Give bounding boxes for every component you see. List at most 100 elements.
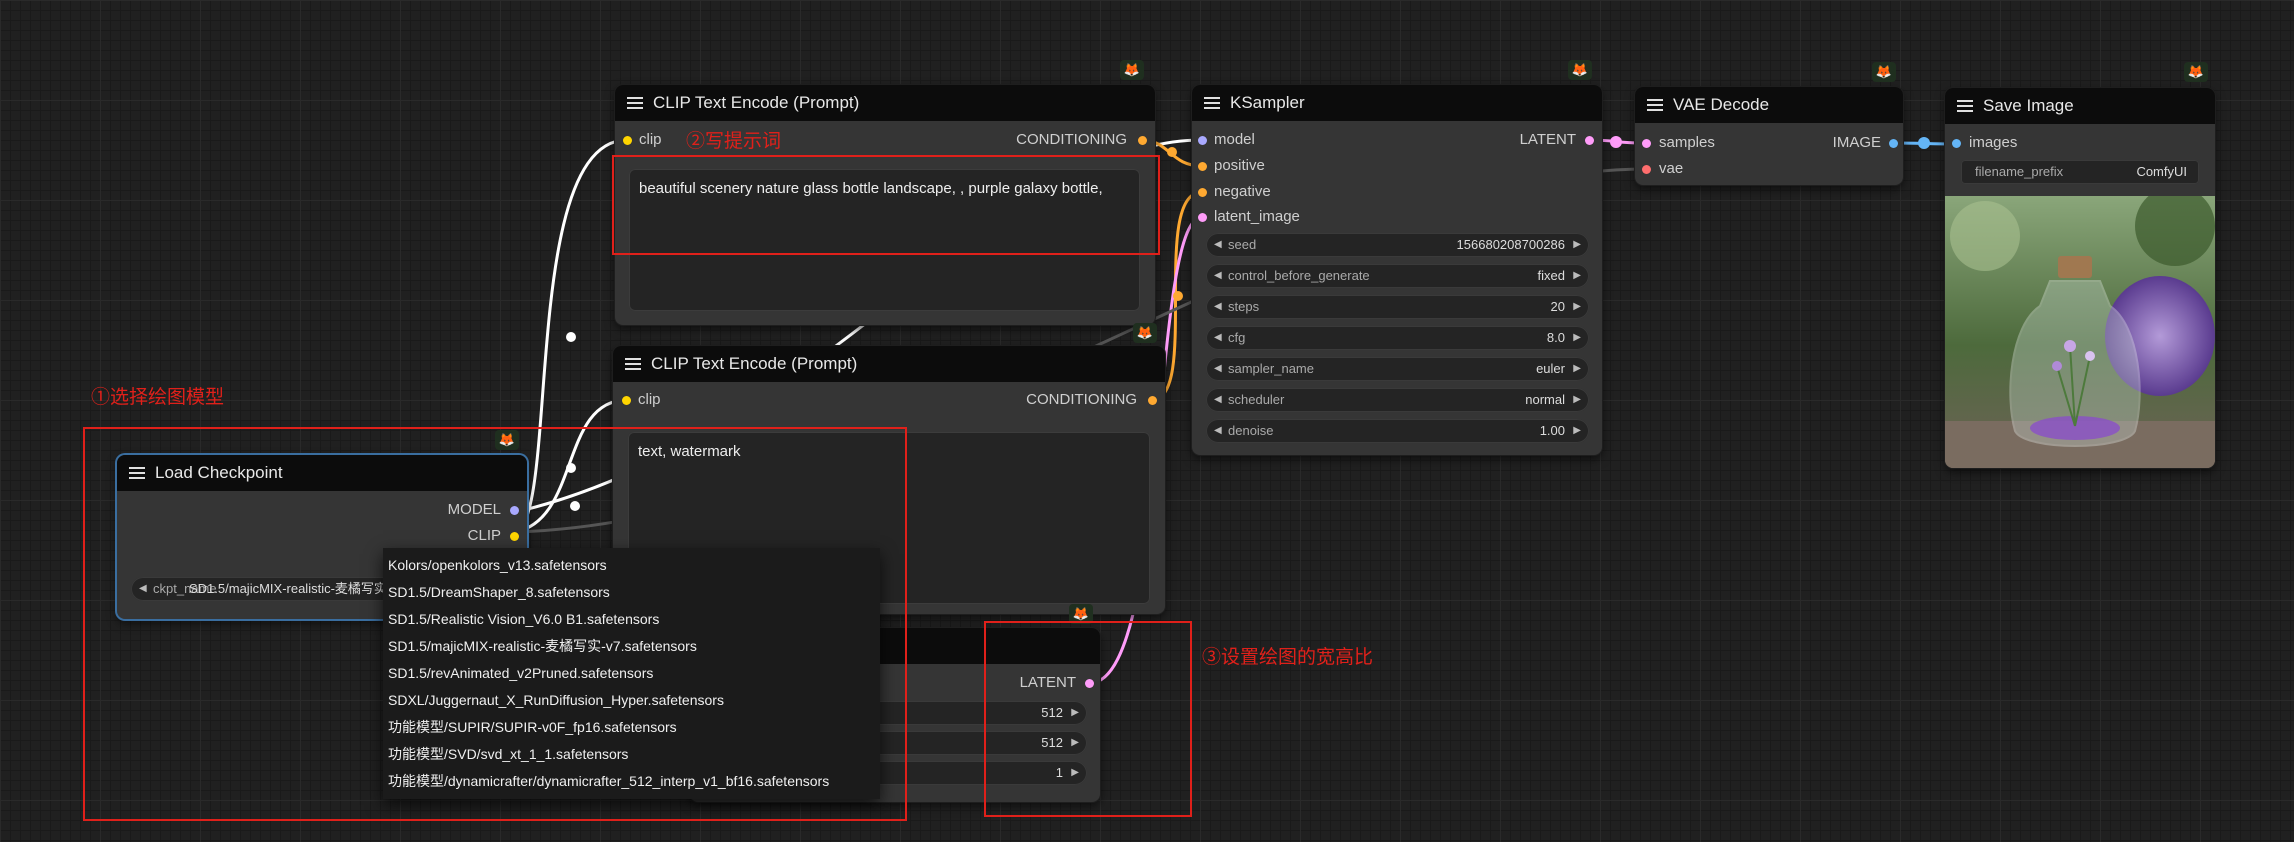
arrow-left-icon[interactable]: ◀ bbox=[1214, 419, 1222, 443]
hamburger-menu-icon[interactable] bbox=[625, 358, 641, 370]
ckpt-name-value: SD1.5/majicMIX-realistic-麦橘写实 bbox=[189, 581, 387, 596]
model-output-label: MODEL bbox=[447, 501, 501, 518]
positive-input-label: positive bbox=[1214, 157, 1265, 174]
vae-decode-node[interactable]: VAE Decode samples vae IMAGE bbox=[1635, 87, 1903, 185]
latent-image-input-dot[interactable] bbox=[1198, 213, 1207, 222]
node-title-bar[interactable]: KSampler bbox=[1192, 85, 1602, 121]
clip-input-dot[interactable] bbox=[623, 136, 632, 145]
node-title: CLIP Text Encode (Prompt) bbox=[653, 93, 860, 112]
hamburger-menu-icon[interactable] bbox=[1204, 97, 1220, 109]
node-title-bar[interactable]: VAE Decode bbox=[1635, 87, 1903, 123]
output-image-preview[interactable] bbox=[1945, 196, 2215, 468]
model-output-dot[interactable] bbox=[510, 506, 519, 515]
samples-input-dot[interactable] bbox=[1642, 139, 1651, 148]
scheduler-label: scheduler bbox=[1228, 392, 1285, 407]
ksampler-node[interactable]: KSampler model positive negative latent_… bbox=[1192, 85, 1602, 455]
clip-input-label: clip bbox=[638, 391, 661, 408]
arrow-right-icon[interactable]: ▶ bbox=[1071, 731, 1079, 755]
latent-image-input-label: latent_image bbox=[1214, 208, 1300, 225]
images-input-label: images bbox=[1969, 134, 2018, 151]
filename-prefix-value: ComfyUI bbox=[2136, 164, 2187, 179]
negative-input-dot[interactable] bbox=[1198, 188, 1207, 197]
fox-icon: 🦊 bbox=[2184, 62, 2208, 82]
scheduler-widget[interactable]: ◀ scheduler normal ▶ bbox=[1206, 388, 1589, 412]
steps-widget[interactable]: ◀ steps 20 ▶ bbox=[1206, 295, 1589, 319]
denoise-widget[interactable]: ◀ denoise 1.00 ▶ bbox=[1206, 419, 1589, 443]
arrow-right-icon[interactable]: ▶ bbox=[1573, 388, 1581, 412]
arrow-right-icon[interactable]: ▶ bbox=[1573, 326, 1581, 350]
arrow-right-icon[interactable]: ▶ bbox=[1573, 357, 1581, 381]
cfg-widget[interactable]: ◀ cfg 8.0 ▶ bbox=[1206, 326, 1589, 350]
latent-output-dot[interactable] bbox=[1585, 136, 1594, 145]
image-output-label: IMAGE bbox=[1832, 134, 1881, 151]
dropdown-item[interactable]: 功能模型/dynamicrafter/dynamicrafter_512_int… bbox=[383, 768, 880, 795]
vae-input-label: vae bbox=[1659, 160, 1684, 177]
hamburger-menu-icon[interactable] bbox=[627, 97, 643, 109]
sampler-name-widget[interactable]: ◀ sampler_name euler ▶ bbox=[1206, 357, 1589, 381]
scheduler-value: normal bbox=[1525, 392, 1565, 407]
steps-label: steps bbox=[1228, 299, 1260, 314]
control-before-generate-label: control_before_generate bbox=[1228, 268, 1370, 283]
hamburger-menu-icon[interactable] bbox=[1957, 100, 1973, 112]
arrow-left-icon[interactable]: ◀ bbox=[1214, 264, 1222, 288]
arrow-left-icon[interactable]: ◀ bbox=[1214, 357, 1222, 381]
conditioning-output-dot[interactable] bbox=[1148, 396, 1157, 405]
dropdown-item[interactable]: SD1.5/revAnimated_v2Pruned.safetensors bbox=[383, 660, 880, 687]
height-value: 512 bbox=[1041, 735, 1063, 750]
samples-input-label: samples bbox=[1659, 134, 1715, 151]
dropdown-item[interactable]: 功能模型/SUPIR/SUPIR-v0F_fp16.safetensors bbox=[383, 714, 880, 741]
arrow-right-icon[interactable]: ▶ bbox=[1573, 295, 1581, 319]
fox-icon: 🦊 bbox=[1069, 604, 1093, 624]
hamburger-menu-icon[interactable] bbox=[1647, 99, 1663, 111]
seed-widget[interactable]: ◀ seed 156680208700286 ▶ bbox=[1206, 233, 1589, 257]
cfg-value: 8.0 bbox=[1546, 330, 1565, 345]
arrow-right-icon[interactable]: ▶ bbox=[1573, 264, 1581, 288]
ckpt-dropdown-menu[interactable]: Kolors/openkolors_v13.safetensors SD1.5/… bbox=[383, 548, 880, 799]
arrow-right-icon[interactable]: ▶ bbox=[1071, 701, 1079, 725]
arrow-left-icon[interactable]: ◀ bbox=[1214, 326, 1222, 350]
latent-output-label: LATENT bbox=[1519, 131, 1576, 148]
control-before-generate-widget[interactable]: ◀ control_before_generate fixed ▶ bbox=[1206, 264, 1589, 288]
hamburger-menu-icon[interactable] bbox=[129, 467, 145, 479]
filename-prefix-widget[interactable]: filename_prefix ComfyUI bbox=[1961, 160, 2199, 184]
arrow-right-icon[interactable]: ▶ bbox=[1071, 761, 1079, 785]
denoise-value: 1.00 bbox=[1539, 423, 1565, 438]
node-title-bar[interactable]: Load Checkpoint bbox=[117, 455, 527, 491]
clip-input-dot[interactable] bbox=[622, 396, 631, 405]
node-title: KSampler bbox=[1230, 93, 1305, 112]
node-title-bar[interactable]: Save Image bbox=[1945, 88, 2215, 124]
arrow-left-icon[interactable]: ◀ bbox=[139, 577, 147, 601]
latent-output-label: LATENT bbox=[1019, 674, 1076, 691]
fox-icon: 🦊 bbox=[1120, 60, 1144, 80]
arrow-right-icon[interactable]: ▶ bbox=[1573, 419, 1581, 443]
arrow-right-icon[interactable]: ▶ bbox=[1573, 233, 1581, 257]
arrow-left-icon[interactable]: ◀ bbox=[1214, 233, 1222, 257]
model-input-label: model bbox=[1214, 131, 1255, 148]
prompt-textarea[interactable]: beautiful scenery nature glass bottle la… bbox=[629, 169, 1140, 311]
dropdown-item[interactable]: 功能模型/SVD/svd_xt_1_1.safetensors bbox=[383, 741, 880, 768]
seed-value: 156680208700286 bbox=[1456, 237, 1565, 252]
latent-output-dot[interactable] bbox=[1085, 679, 1094, 688]
dropdown-item[interactable]: Kolors/openkolors_v13.safetensors bbox=[383, 552, 880, 579]
conditioning-output-label: CONDITIONING bbox=[1026, 391, 1137, 408]
clip-text-encode-positive-node[interactable]: CLIP Text Encode (Prompt) clip CONDITION… bbox=[615, 85, 1155, 325]
dropdown-item[interactable]: SDXL/Juggernaut_X_RunDiffusion_Hyper.saf… bbox=[383, 687, 880, 714]
clip-output-dot[interactable] bbox=[510, 532, 519, 541]
node-title-bar[interactable]: CLIP Text Encode (Prompt) bbox=[615, 85, 1155, 121]
conditioning-output-dot[interactable] bbox=[1138, 136, 1147, 145]
fox-icon: 🦊 bbox=[495, 430, 519, 450]
arrow-left-icon[interactable]: ◀ bbox=[1214, 295, 1222, 319]
dropdown-item[interactable]: SD1.5/majicMIX-realistic-麦橘写实-v7.safeten… bbox=[383, 633, 880, 660]
dropdown-item[interactable]: SD1.5/DreamShaper_8.safetensors bbox=[383, 579, 880, 606]
images-input-dot[interactable] bbox=[1952, 139, 1961, 148]
positive-input-dot[interactable] bbox=[1198, 162, 1207, 171]
dropdown-item[interactable]: SD1.5/Realistic Vision_V6.0 B1.safetenso… bbox=[383, 606, 880, 633]
model-input-dot[interactable] bbox=[1198, 136, 1207, 145]
vae-input-dot[interactable] bbox=[1642, 165, 1651, 174]
arrow-left-icon[interactable]: ◀ bbox=[1214, 388, 1222, 412]
node-title-bar[interactable]: CLIP Text Encode (Prompt) bbox=[613, 346, 1165, 382]
node-title: Load Checkpoint bbox=[155, 463, 283, 482]
save-image-node[interactable]: Save Image images filename_prefix ComfyU… bbox=[1945, 88, 2215, 468]
denoise-label: denoise bbox=[1228, 423, 1274, 438]
image-output-dot[interactable] bbox=[1889, 139, 1898, 148]
